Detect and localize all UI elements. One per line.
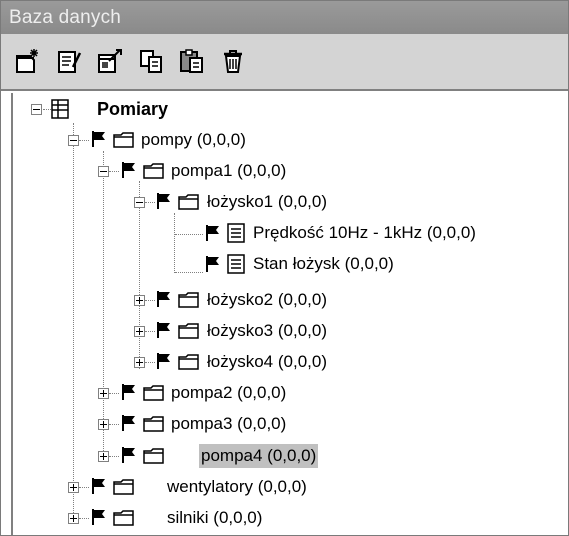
window-title: Baza danych bbox=[1, 1, 568, 34]
database-tree: Pomiary pompy (0,0,0) pompa1 (0,0,0) łoż… bbox=[11, 93, 568, 535]
tree-node-pompa2[interactable]: pompa2 (0,0,0) bbox=[169, 381, 288, 405]
tree-line bbox=[175, 272, 203, 273]
tree-line bbox=[109, 393, 119, 394]
collapse-toggle[interactable] bbox=[31, 104, 42, 115]
tree-line bbox=[175, 234, 203, 235]
database-window: Baza danych Pomiary pompy (0,0,0) pompa1… bbox=[0, 0, 569, 536]
flag-icon bbox=[157, 353, 170, 369]
flag-icon bbox=[92, 131, 105, 147]
tree-line bbox=[109, 171, 119, 172]
flag-icon bbox=[122, 384, 135, 400]
folder-icon bbox=[143, 416, 164, 432]
edit-icon bbox=[58, 51, 82, 73]
tree-node-lozysko2[interactable]: łożysko2 (0,0,0) bbox=[205, 288, 329, 312]
expand-toggle[interactable] bbox=[134, 357, 145, 368]
expand-toggle[interactable] bbox=[134, 295, 145, 306]
toolbar bbox=[1, 34, 568, 91]
tree-node-lozysko1[interactable]: łożysko1 (0,0,0) bbox=[205, 190, 329, 214]
tree-line bbox=[109, 456, 119, 457]
flag-icon bbox=[122, 447, 135, 463]
expand-toggle[interactable] bbox=[68, 513, 79, 524]
properties-icon bbox=[98, 49, 122, 73]
tree-node-lozysko4[interactable]: łożysko4 (0,0,0) bbox=[205, 350, 329, 374]
tree-node-pompa3[interactable]: pompa3 (0,0,0) bbox=[169, 412, 288, 436]
document-icon bbox=[227, 223, 245, 243]
tree-line bbox=[145, 331, 155, 332]
tree-line bbox=[174, 213, 175, 273]
tree-line bbox=[145, 362, 155, 363]
expand-toggle[interactable] bbox=[68, 482, 79, 493]
folder-icon bbox=[113, 510, 134, 526]
tree-line bbox=[79, 140, 89, 141]
flag-icon bbox=[122, 162, 135, 178]
expand-toggle[interactable] bbox=[98, 451, 109, 462]
tree-line bbox=[103, 151, 104, 461]
collapse-toggle[interactable] bbox=[134, 197, 145, 208]
copy-button[interactable] bbox=[137, 46, 167, 76]
flag-icon bbox=[92, 478, 105, 494]
document-icon bbox=[227, 254, 245, 274]
new-item-icon bbox=[16, 49, 38, 73]
expand-toggle[interactable] bbox=[98, 419, 109, 430]
tree-line bbox=[73, 123, 74, 521]
folder-icon bbox=[143, 163, 164, 179]
tree-node-silniki[interactable]: silniki (0,0,0) bbox=[165, 506, 264, 530]
flag-icon bbox=[206, 225, 219, 241]
folder-icon bbox=[178, 292, 199, 308]
folder-icon bbox=[178, 323, 199, 339]
tree-line bbox=[79, 487, 89, 488]
tree-line bbox=[145, 300, 155, 301]
flag-icon bbox=[92, 509, 105, 525]
tree-node-pompa1[interactable]: pompa1 (0,0,0) bbox=[169, 159, 288, 183]
flag-icon bbox=[122, 415, 135, 431]
tree-node-pompy[interactable]: pompy (0,0,0) bbox=[139, 128, 248, 152]
collapse-toggle[interactable] bbox=[98, 166, 109, 177]
tree-node-wentylatory[interactable]: wentylatory (0,0,0) bbox=[165, 475, 309, 499]
flag-icon bbox=[157, 291, 170, 307]
tree-line bbox=[145, 202, 155, 203]
tree-line bbox=[109, 424, 119, 425]
tree-node-lozysko3[interactable]: łożysko3 (0,0,0) bbox=[205, 319, 329, 343]
tree-node-pompa4[interactable]: pompa4 (0,0,0) bbox=[199, 444, 319, 468]
properties-button[interactable] bbox=[95, 46, 125, 76]
flag-icon bbox=[157, 193, 170, 209]
folder-icon bbox=[143, 385, 164, 401]
flag-icon bbox=[206, 256, 219, 272]
folder-icon bbox=[113, 479, 134, 495]
expand-toggle[interactable] bbox=[98, 388, 109, 399]
flag-icon bbox=[157, 322, 170, 338]
paste-button[interactable] bbox=[177, 46, 207, 76]
tree-node-stan[interactable]: Stan łożysk (0,0,0) bbox=[251, 252, 396, 276]
tree-node-root[interactable]: Pomiary bbox=[95, 97, 170, 121]
paste-icon bbox=[180, 49, 203, 73]
expand-toggle[interactable] bbox=[134, 326, 145, 337]
edit-button[interactable] bbox=[54, 46, 84, 76]
folder-icon bbox=[113, 132, 134, 148]
folder-icon bbox=[178, 194, 199, 210]
delete-button[interactable] bbox=[218, 46, 248, 76]
tree-node-predkosc[interactable]: Prędkość 10Hz - 1kHz (0,0,0) bbox=[251, 221, 478, 245]
folder-icon bbox=[178, 354, 199, 370]
new-item-button[interactable] bbox=[13, 46, 43, 76]
copy-icon bbox=[140, 50, 162, 73]
database-icon bbox=[51, 99, 69, 119]
folder-icon bbox=[143, 448, 164, 464]
tree-line bbox=[79, 518, 89, 519]
delete-icon bbox=[224, 50, 242, 73]
collapse-toggle[interactable] bbox=[68, 135, 79, 146]
tree-line bbox=[43, 109, 51, 110]
tree-line bbox=[139, 181, 140, 369]
